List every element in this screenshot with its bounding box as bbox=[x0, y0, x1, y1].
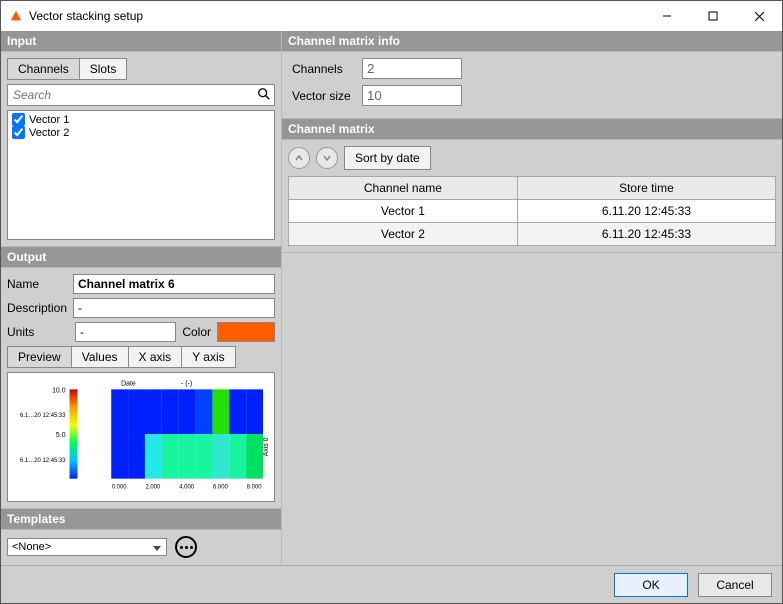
window-title: Vector stacking setup bbox=[29, 9, 143, 23]
search-icon bbox=[257, 87, 271, 101]
checkbox[interactable] bbox=[12, 113, 25, 126]
titlebar: Vector stacking setup bbox=[1, 1, 782, 31]
cell-name: Vector 2 bbox=[289, 223, 518, 246]
app-icon bbox=[9, 9, 23, 23]
cb-tick: 6.1…20 12:45:33 bbox=[20, 413, 66, 419]
output-tabs: Preview Values X axis Y axis bbox=[7, 346, 236, 368]
cb-tick: 5.0 bbox=[56, 432, 66, 439]
tab-slots[interactable]: Slots bbox=[80, 59, 127, 79]
vectorsize-label: Vector size bbox=[292, 89, 362, 103]
app-window: Vector stacking setup Input Channels Slo… bbox=[0, 0, 783, 604]
right-column: Channel matrix info Channels Vector size… bbox=[282, 31, 782, 565]
units-input[interactable] bbox=[75, 322, 176, 342]
svg-text:4.000: 4.000 bbox=[179, 485, 195, 491]
matrix-panel: Sort by date Channel name Store time Vec… bbox=[282, 140, 782, 252]
name-label: Name bbox=[7, 277, 69, 291]
tab-channels[interactable]: Channels bbox=[8, 59, 80, 79]
units-label: Units bbox=[7, 325, 69, 339]
svg-text:0.000: 0.000 bbox=[112, 485, 128, 491]
templates-panel: <None> bbox=[1, 530, 281, 565]
col-channel-name: Channel name bbox=[289, 177, 518, 200]
channel-list: Vector 1 Vector 2 bbox=[7, 110, 275, 240]
search-input[interactable] bbox=[7, 84, 275, 106]
heatmap bbox=[111, 389, 263, 478]
info-panel: Channels Vector size bbox=[282, 52, 782, 118]
input-panel: Channels Slots Vector 1 Vector 2 bbox=[1, 52, 281, 246]
ok-button[interactable]: OK bbox=[614, 573, 688, 597]
color-picker[interactable] bbox=[217, 322, 275, 342]
svg-text:8.000: 8.000 bbox=[247, 485, 263, 491]
table-row[interactable]: Vector 2 6.11.20 12:45:33 bbox=[289, 223, 776, 246]
list-item-label: Vector 1 bbox=[29, 114, 69, 126]
vectorsize-value bbox=[362, 85, 462, 106]
cb-tick: 6.1…20 12:45:33 bbox=[20, 458, 66, 464]
name-input[interactable] bbox=[73, 274, 275, 294]
info-header: Channel matrix info bbox=[282, 31, 782, 51]
footer: OK Cancel bbox=[1, 565, 782, 603]
color-label: Color bbox=[182, 325, 211, 339]
minimize-button[interactable] bbox=[644, 1, 690, 31]
list-item-label: Vector 2 bbox=[29, 127, 69, 139]
channel-matrix-table: Channel name Store time Vector 1 6.11.20… bbox=[288, 176, 776, 246]
tab-preview[interactable]: Preview bbox=[8, 347, 72, 367]
tab-xaxis[interactable]: X axis bbox=[129, 347, 183, 367]
cancel-button[interactable]: Cancel bbox=[698, 573, 772, 597]
close-button[interactable] bbox=[736, 1, 782, 31]
axis-right-label: Axis 0 bbox=[263, 437, 270, 456]
template-more-button[interactable] bbox=[175, 536, 197, 558]
chart-date-label: Date bbox=[121, 380, 136, 387]
channels-label: Channels bbox=[292, 62, 362, 76]
description-input[interactable] bbox=[73, 298, 275, 318]
template-select[interactable]: <None> bbox=[7, 538, 167, 556]
tab-yaxis[interactable]: Y axis bbox=[182, 347, 234, 367]
svg-text:6.000: 6.000 bbox=[213, 485, 229, 491]
sort-by-date-button[interactable]: Sort by date bbox=[344, 146, 431, 170]
description-label: Description bbox=[7, 301, 69, 315]
svg-text:2.000: 2.000 bbox=[145, 485, 161, 491]
list-item[interactable]: Vector 2 bbox=[10, 126, 272, 139]
cell-time: 6.11.20 12:45:33 bbox=[517, 223, 775, 246]
move-up-button[interactable] bbox=[288, 147, 310, 169]
checkbox[interactable] bbox=[12, 126, 25, 139]
list-item[interactable]: Vector 1 bbox=[10, 113, 272, 126]
matrix-header: Channel matrix bbox=[282, 119, 782, 139]
output-header: Output bbox=[1, 247, 281, 267]
table-row[interactable]: Vector 1 6.11.20 12:45:33 bbox=[289, 200, 776, 223]
cell-time: 6.11.20 12:45:33 bbox=[517, 200, 775, 223]
templates-header: Templates bbox=[1, 509, 281, 529]
main-body: Input Channels Slots Vector 1 Vector 2 O… bbox=[1, 31, 782, 565]
left-column: Input Channels Slots Vector 1 Vector 2 O… bbox=[1, 31, 281, 565]
input-header: Input bbox=[1, 31, 281, 51]
maximize-button[interactable] bbox=[690, 1, 736, 31]
channels-value bbox=[362, 58, 462, 79]
search-box bbox=[7, 84, 275, 106]
col-store-time: Store time bbox=[517, 177, 775, 200]
right-filler bbox=[282, 253, 782, 565]
cb-tick: 10.0 bbox=[52, 387, 66, 394]
chart-title: - (-) bbox=[181, 380, 192, 387]
tab-values[interactable]: Values bbox=[72, 347, 129, 367]
preview-chart: 10.0 6.1…20 12:45:33 5.0 6.1…20 12:45:33… bbox=[7, 372, 275, 502]
move-down-button[interactable] bbox=[316, 147, 338, 169]
cell-name: Vector 1 bbox=[289, 200, 518, 223]
input-tabs: Channels Slots bbox=[7, 58, 127, 80]
window-controls bbox=[644, 1, 782, 31]
output-panel: Name Description Units Color Preview Val… bbox=[1, 268, 281, 508]
